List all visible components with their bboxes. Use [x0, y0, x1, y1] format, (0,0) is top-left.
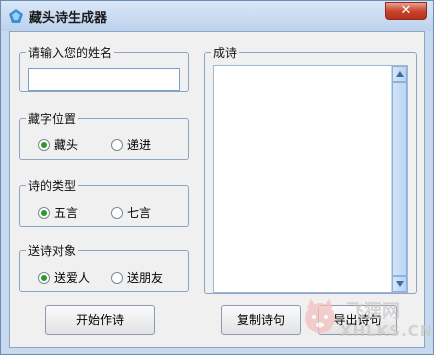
close-button[interactable]: ✕: [385, 2, 427, 20]
position-group-label: 藏字位置: [28, 112, 77, 126]
radio-recipient-friend[interactable]: 送朋友: [111, 269, 163, 286]
radio-type-five[interactable]: 五言: [38, 204, 78, 221]
poem-scrollbar[interactable]: [391, 66, 407, 292]
radio-position-head[interactable]: 藏头: [38, 136, 78, 153]
arrow-up-icon: [396, 71, 404, 77]
type-group-label: 诗的类型: [28, 179, 77, 193]
radio-unselected-icon: [111, 271, 123, 284]
radio-position-progressive[interactable]: 递进: [111, 136, 151, 153]
copy-button[interactable]: 复制诗句: [221, 305, 301, 335]
radio-recipient-lover[interactable]: 送爱人: [38, 269, 90, 286]
app-icon: [9, 9, 23, 23]
close-icon: ✕: [400, 3, 412, 18]
radio-unselected-icon: [111, 206, 123, 219]
watermark-name: 飞狸网: [346, 301, 400, 322]
radio-unselected-icon: [111, 138, 123, 151]
position-group: 藏字位置 藏头 递进: [19, 110, 189, 160]
name-group-label: 请输入您的姓名: [28, 46, 113, 60]
radio-type-seven[interactable]: 七言: [111, 204, 151, 221]
arrow-down-icon: [396, 281, 404, 287]
recipient-group: 送诗对象 送爱人 送朋友: [19, 242, 189, 292]
radio-selected-icon: [38, 271, 50, 284]
client-area: 请输入您的姓名 藏字位置 藏头 递进 诗的类型 五言 七言 送诗对象 送爱人 送…: [9, 31, 432, 348]
scroll-down-button[interactable]: [392, 276, 407, 292]
watermark-logo: 飞狸网 XHLKS.CN: [300, 295, 432, 343]
poem-group: 成诗: [204, 44, 417, 294]
start-button[interactable]: 开始作诗: [45, 305, 155, 335]
watermark-url: XHLKS.CN: [340, 322, 434, 340]
app-window: 藏头诗生成器 ✕ 请输入您的姓名 藏字位置 藏头 递进 诗的类型 五言 七言 送…: [0, 0, 434, 355]
fox-logo-icon: [305, 299, 335, 333]
window-title: 藏头诗生成器: [29, 11, 108, 26]
name-group: 请输入您的姓名: [19, 44, 189, 92]
recipient-group-label: 送诗对象: [28, 244, 77, 258]
radio-selected-icon: [38, 138, 50, 151]
scroll-up-button[interactable]: [392, 66, 407, 82]
type-group: 诗的类型 五言 七言: [19, 177, 189, 227]
scrollbar-thumb[interactable]: [392, 82, 407, 276]
radio-selected-icon: [38, 206, 50, 219]
poem-group-label: 成诗: [213, 46, 238, 60]
poem-textarea[interactable]: [213, 65, 408, 293]
name-input[interactable]: [28, 68, 180, 91]
title-bar[interactable]: 藏头诗生成器 ✕: [1, 1, 433, 31]
